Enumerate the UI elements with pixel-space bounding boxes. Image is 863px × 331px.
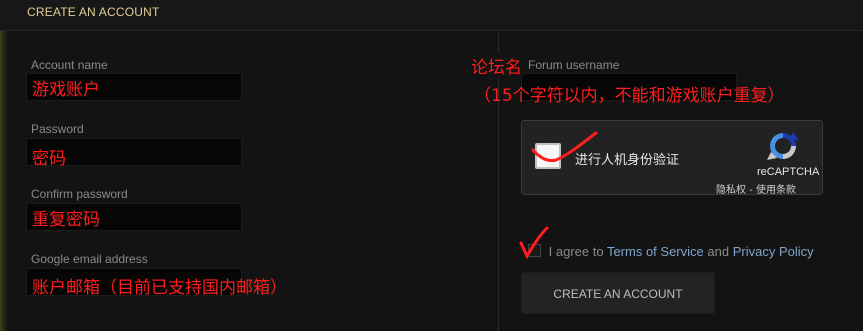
agree-checkbox[interactable] [528,244,541,257]
forum-username-annotation-note: （15个字符以内，不能和游戏账户重复） [474,86,785,106]
panel-header: CREATE AN ACCOUNT [0,0,863,31]
password-annotation: 密码 [32,149,66,169]
email-annotation: 账户邮箱（目前已支持国内邮箱） [32,278,287,298]
agreement-conjunction: and [707,244,730,259]
recaptcha-label: 进行人机身份验证 [575,153,680,168]
email-label: Google email address [31,252,148,266]
terms-of-service-link[interactable]: Terms of Service [607,244,704,259]
forum-username-label: Forum username [528,58,620,72]
confirm-password-label: Confirm password [31,187,128,201]
recaptcha-checkbox[interactable] [535,143,561,169]
privacy-policy-link[interactable]: Privacy Policy [733,244,814,259]
agreement-prefix: I agree to [548,244,604,259]
agreement-row: I agree to Terms of Service and Privacy … [528,244,814,259]
account-name-annotation: 游戏账户 [32,80,100,100]
recaptcha-widget: 进行人机身份验证 reCAPTCHA 隐私权 - 使用条款 [521,120,823,196]
forum-username-annotation-title: 论坛名 [471,53,524,78]
recaptcha-privacy-link[interactable]: 隐私权 [716,185,746,196]
create-account-button[interactable]: CREATE AN ACCOUNT [521,272,715,314]
decorative-edge [0,0,8,331]
page-title: CREATE AN ACCOUNT [27,5,160,19]
account-name-label: Account name [31,58,108,72]
recaptcha-link-separator: - [746,185,756,196]
password-label: Password [31,122,84,136]
confirm-password-annotation: 重复密码 [32,210,100,230]
recaptcha-brand: reCAPTCHA [757,166,820,178]
recaptcha-logo-icon [767,132,799,160]
recaptcha-links: 隐私权 - 使用条款 [716,181,796,196]
recaptcha-terms-link[interactable]: 使用条款 [756,185,796,196]
